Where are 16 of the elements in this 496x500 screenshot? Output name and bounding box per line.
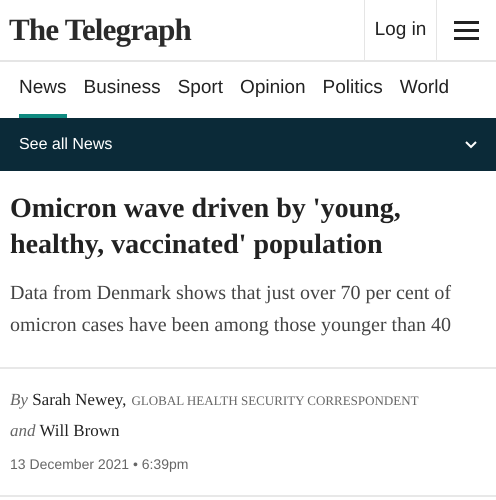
login-button[interactable]: Log in [364, 0, 436, 60]
nav-tab[interactable]: Opinion [240, 62, 306, 118]
nav-tab[interactable]: Business [84, 62, 161, 118]
menu-icon [454, 20, 479, 40]
byline-author: and Will Brown [10, 420, 120, 442]
nav-tab[interactable]: World [400, 62, 450, 118]
standfirst: Data from Denmark shows that just over 70 per cent of omicron cases have been among those younger than 40 [10, 281, 452, 338]
chevron-icon [465, 140, 477, 148]
publish-date: 13 December 2021 • 6:39pm [9, 455, 190, 474]
headline: Omicron wave driven by 'young, healthy, vaccinated' population [10, 192, 402, 262]
site-logo[interactable]: The Telegraph [9, 6, 191, 54]
section-dropdown[interactable]: See all News [0, 118, 496, 171]
author-role: GLOBAL HEALTH SECURITY CORRESPONDENT [131, 392, 419, 410]
nav-tab[interactable]: Politics [322, 62, 383, 118]
byline-author: By Sarah Newey, [10, 389, 126, 411]
nav-tab[interactable]: Sport [178, 62, 224, 118]
